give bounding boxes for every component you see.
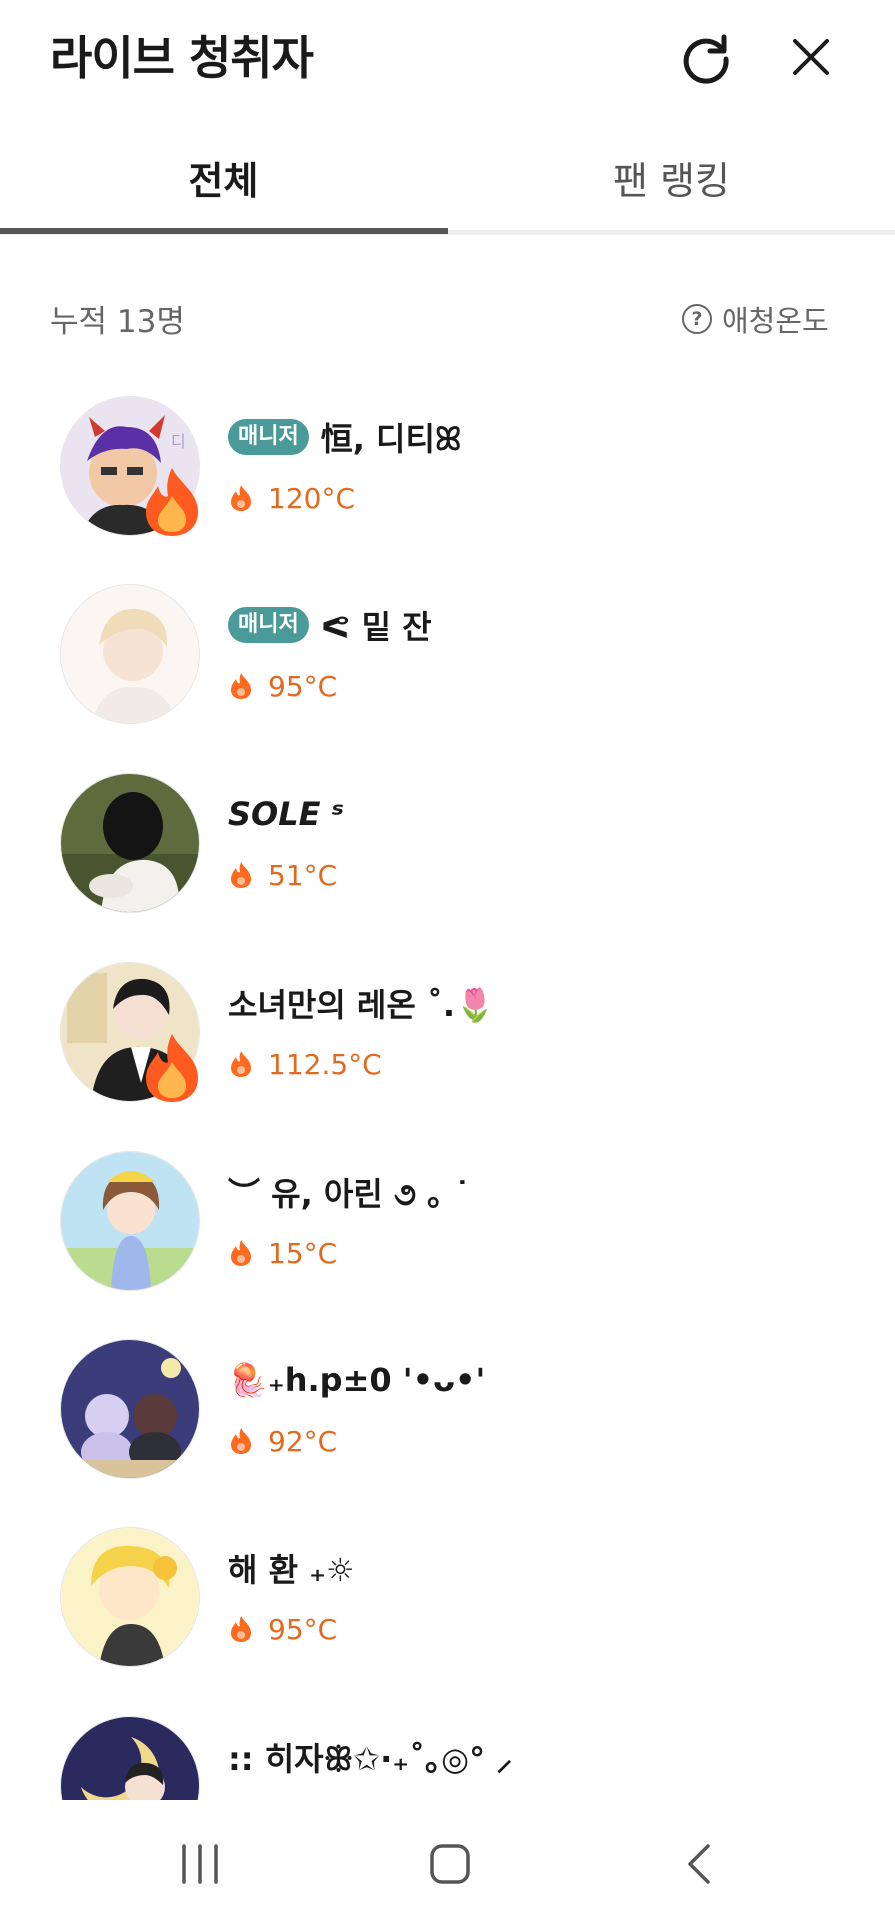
back-chevron-icon	[688, 1844, 710, 1884]
listener-name: 恒, 디티ꕤ	[320, 420, 462, 458]
flame-icon	[231, 1240, 251, 1266]
close-button[interactable]	[780, 26, 842, 88]
listener-name: :: 히자ꕥ✩·₊˚｡◎° ⸝	[228, 1740, 513, 1778]
tab-bar: 전체 팬 랭킹	[0, 150, 895, 236]
refresh-button[interactable]	[675, 26, 737, 88]
question-circle-icon: ?	[682, 304, 712, 334]
hot-flame-icon	[146, 468, 198, 536]
flame-icon	[231, 673, 251, 699]
temperature-value: 15°C	[268, 1236, 338, 1270]
help-label: 애청온도	[722, 304, 829, 338]
avatar	[60, 773, 200, 913]
list-item[interactable]: 소녀만의 레온 ˚.🌷 112.5°C	[0, 958, 895, 1108]
flame-icon	[231, 1428, 251, 1454]
listener-list: 디 매니저 恒, 디티ꕤ 120°C 매니저 ᕙ 밑 잔 95°C SOLE ˢ…	[0, 392, 895, 1800]
avatar	[60, 1716, 200, 1800]
listener-name: 소녀만의 레온 ˚.🌷	[228, 986, 495, 1024]
manager-badge: 매니저	[228, 419, 309, 455]
page-title: 라이브 청취자	[50, 31, 314, 85]
manager-badge: 매니저	[228, 607, 309, 643]
list-item[interactable]: 매니저 ᕙ 밑 잔 95°C	[0, 580, 895, 730]
listener-count: 누적 13명	[50, 304, 185, 340]
listener-name: ᕙ 밑 잔	[320, 608, 432, 646]
home-button[interactable]	[415, 1834, 485, 1894]
temperature-value: 120°C	[268, 481, 355, 515]
list-item[interactable]: SOLE ˢ 51°C	[0, 769, 895, 919]
tab-fan-ranking[interactable]: 팬 랭킹	[448, 150, 895, 236]
temperature-value: 92°C	[268, 1424, 338, 1458]
system-navigation-bar	[0, 1800, 895, 1920]
list-item[interactable]: 디 매니저 恒, 디티ꕤ 120°C	[0, 392, 895, 542]
temperature-value: 95°C	[268, 669, 338, 703]
flame-icon	[231, 1051, 251, 1077]
close-icon	[793, 39, 829, 75]
flame-icon	[231, 862, 251, 888]
back-button[interactable]	[665, 1834, 735, 1894]
recent-apps-icon	[182, 1844, 218, 1884]
hot-flame-icon	[146, 1034, 198, 1102]
affection-temperature-help[interactable]: ? 애청온도	[682, 298, 829, 340]
temperature-value: 112.5°C	[268, 1047, 382, 1081]
list-item[interactable]: 해 환 ₊☼ 95°C	[0, 1523, 895, 1673]
temperature-value: 95°C	[268, 1612, 338, 1646]
avatar	[60, 1151, 200, 1291]
list-item[interactable]: :: 히자ꕥ✩·₊˚｡◎° ⸝	[0, 1712, 895, 1800]
tab-active-indicator	[0, 228, 448, 234]
avatar	[60, 1527, 200, 1667]
avatar	[60, 584, 200, 724]
flame-icon	[231, 485, 251, 511]
listener-name: 해 환 ₊☼	[228, 1551, 355, 1589]
home-icon	[430, 1844, 470, 1884]
flame-icon	[231, 1616, 251, 1642]
svg-text:디: 디	[171, 432, 186, 451]
recent-apps-button[interactable]	[165, 1834, 235, 1894]
list-item[interactable]: 🪼₊h.p±0 '•ᴗ•' 92°C	[0, 1335, 895, 1485]
refresh-icon	[683, 34, 729, 84]
listener-name: ︶ 유, 아린 ૭ ｡ ˙	[228, 1175, 471, 1213]
header: 라이브 청취자	[0, 0, 895, 110]
listener-name: 🪼₊h.p±0 '•ᴗ•'	[228, 1361, 486, 1399]
temperature-value: 51°C	[268, 858, 338, 892]
list-item[interactable]: ︶ 유, 아린 ૭ ｡ ˙ 15°C	[0, 1147, 895, 1297]
listener-name: SOLE ˢ	[228, 795, 344, 833]
avatar	[60, 1339, 200, 1479]
tab-all[interactable]: 전체	[0, 150, 447, 236]
